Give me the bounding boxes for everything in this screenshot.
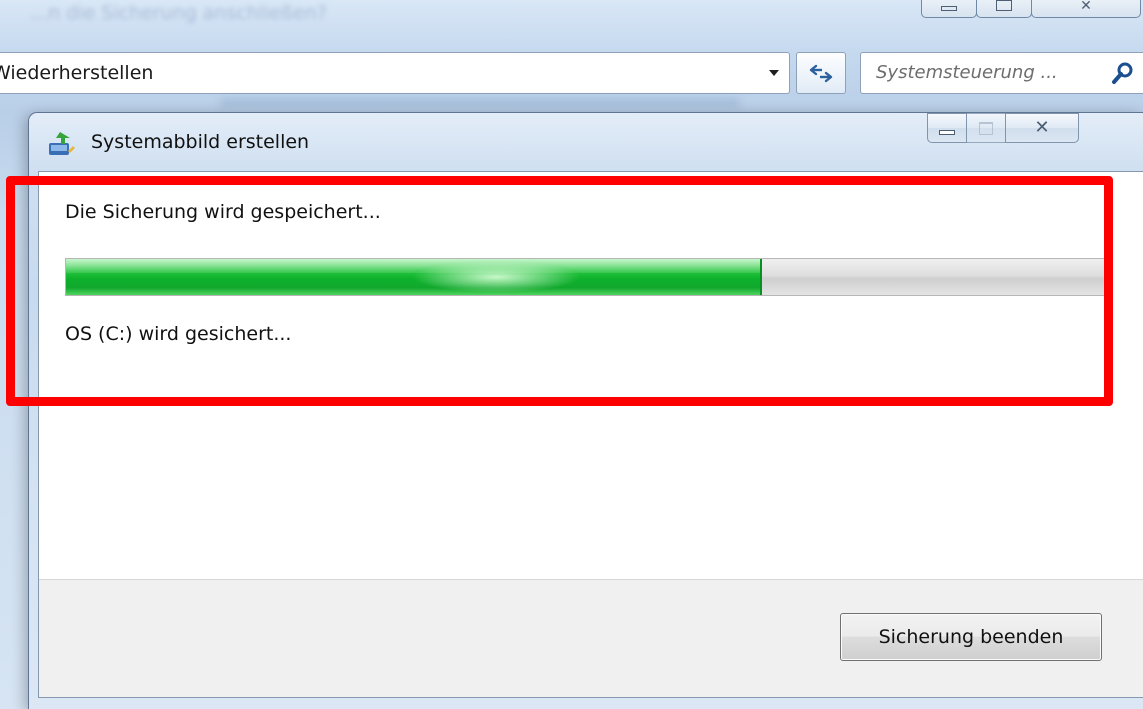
backup-progress-bar xyxy=(65,258,1105,296)
dialog-minimize-button[interactable] xyxy=(927,113,967,143)
close-icon: ✕ xyxy=(1034,117,1050,138)
background-window-title: ...n die Sicherung anschließen? xyxy=(30,2,327,24)
backup-progress-fill xyxy=(66,259,763,295)
dialog-footer: Sicherung beenden xyxy=(39,579,1143,697)
background-maximize-button[interactable] xyxy=(976,0,1032,18)
close-icon: ✕ xyxy=(1080,0,1092,14)
background-blurred-content xyxy=(220,98,740,108)
search-placeholder: Systemsteuerung ... xyxy=(876,62,1058,83)
minimize-icon xyxy=(941,6,957,11)
minimize-icon xyxy=(939,129,955,135)
stop-backup-button[interactable]: Sicherung beenden xyxy=(840,613,1102,661)
maximize-icon xyxy=(979,121,993,135)
background-close-button[interactable]: ✕ xyxy=(1031,0,1141,18)
backup-substatus-text: OS (C:) wird gesichert... xyxy=(65,323,292,345)
address-bar-path: Wiederherstellen xyxy=(0,62,154,84)
refresh-arrows-icon xyxy=(809,64,833,83)
maximize-icon xyxy=(996,0,1012,11)
backup-app-icon xyxy=(49,132,75,155)
chevron-down-icon[interactable] xyxy=(762,61,786,85)
background-minimize-button[interactable] xyxy=(921,0,977,18)
dialog-close-button[interactable]: ✕ xyxy=(1005,113,1079,143)
background-caption-buttons: ✕ xyxy=(921,0,1143,22)
dialog-caption-buttons: ✕ xyxy=(927,113,1079,143)
dialog-title: Systemabbild erstellen xyxy=(91,131,310,153)
dialog-content: Die Sicherung wird gespeichert... OS (C:… xyxy=(38,171,1143,698)
dialog-maximize-button xyxy=(966,113,1006,143)
address-bar[interactable]: Wiederherstellen xyxy=(0,52,790,94)
dialog-window: Systemabbild erstellen ✕ Die Sicherung w… xyxy=(28,112,1143,709)
search-input[interactable]: Systemsteuerung ... xyxy=(860,52,1143,94)
search-icon[interactable] xyxy=(1111,61,1135,85)
backup-status-text: Die Sicherung wird gespeichert... xyxy=(65,201,381,223)
refresh-button[interactable] xyxy=(796,52,846,94)
